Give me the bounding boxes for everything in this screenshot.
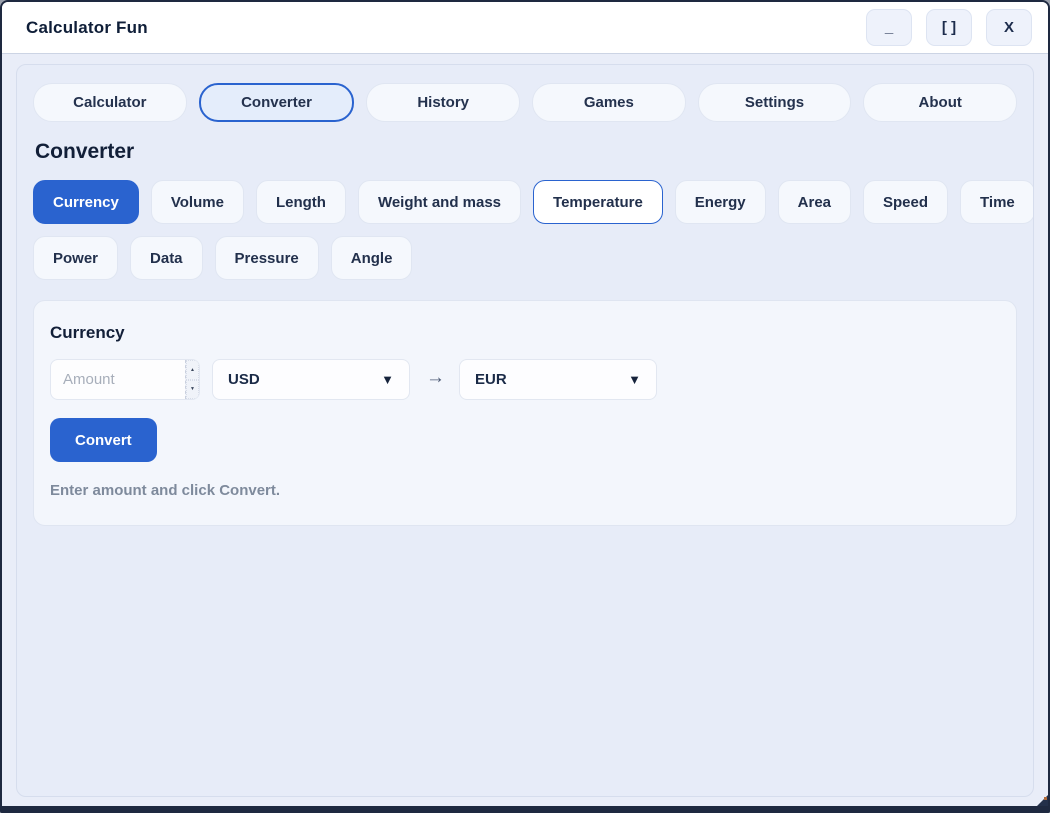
tab-bar: Calculator Converter History Games Setti… [33,83,1018,122]
window-title: Calculator Fun [26,17,148,37]
app-window: Calculator Fun _ [ ] X Calculator Conver… [0,0,1050,813]
category-row-1: Currency Volume Length Weight and mass T… [33,180,1033,224]
category-area[interactable]: Area [777,180,852,224]
category-weight-and-mass[interactable]: Weight and mass [357,180,522,224]
category-volume[interactable]: Volume [150,180,244,224]
tab-games[interactable]: Games [532,83,686,122]
convert-button[interactable]: Convert [50,418,157,462]
from-currency-select[interactable]: USD ▼ [212,359,410,400]
category-angle[interactable]: Angle [330,236,413,280]
page-title: Converter [35,140,135,163]
chevron-down-icon: ▼ [628,372,641,387]
category-speed[interactable]: Speed [863,180,949,224]
maximize-button[interactable]: [ ] [926,9,972,46]
status-text: Enter amount and click Convert. [50,482,281,499]
spin-up-icon[interactable]: ▲ [186,360,199,380]
tab-about[interactable]: About [863,83,1018,122]
window-body: Calculator Converter History Games Setti… [2,54,1048,806]
category-temperature[interactable]: Temperature [533,180,663,224]
category-power[interactable]: Power [33,236,119,280]
tab-calculator[interactable]: Calculator [33,83,187,122]
panel-title: Currency [50,323,125,342]
category-length[interactable]: Length [255,180,346,224]
to-currency-select[interactable]: EUR ▼ [459,359,657,400]
amount-spinbox: ▲ ▼ [50,359,200,400]
main-container: Calculator Converter History Games Setti… [16,64,1034,797]
tab-converter[interactable]: Converter [198,83,355,122]
category-pressure[interactable]: Pressure [214,236,319,280]
currency-panel: Currency ▲ ▼ USD ▼ → [33,300,1017,526]
category-row-2: Power Data Pressure Angle [33,236,1017,280]
category-time[interactable]: Time [960,180,1033,224]
close-button[interactable]: X [986,9,1032,46]
amount-spinner: ▲ ▼ [185,360,199,399]
resize-grip[interactable] [1037,795,1048,806]
title-bar: Calculator Fun _ [ ] X [2,2,1048,54]
tab-settings[interactable]: Settings [697,83,852,122]
spin-down-icon[interactable]: ▼ [186,379,199,399]
minimize-button[interactable]: _ [866,9,912,46]
window-controls: _ [ ] X [866,9,1032,46]
conversion-controls: ▲ ▼ USD ▼ → EUR ▼ [50,359,1000,400]
category-data[interactable]: Data [130,236,203,280]
arrow-right-icon: → [426,366,445,388]
tab-history[interactable]: History [366,83,521,122]
category-currency[interactable]: Currency [33,180,139,224]
category-energy[interactable]: Energy [674,180,766,224]
amount-input[interactable] [51,360,185,399]
from-currency-value: USD [228,371,260,388]
chevron-down-icon: ▼ [381,372,394,387]
to-currency-value: EUR [475,371,507,388]
